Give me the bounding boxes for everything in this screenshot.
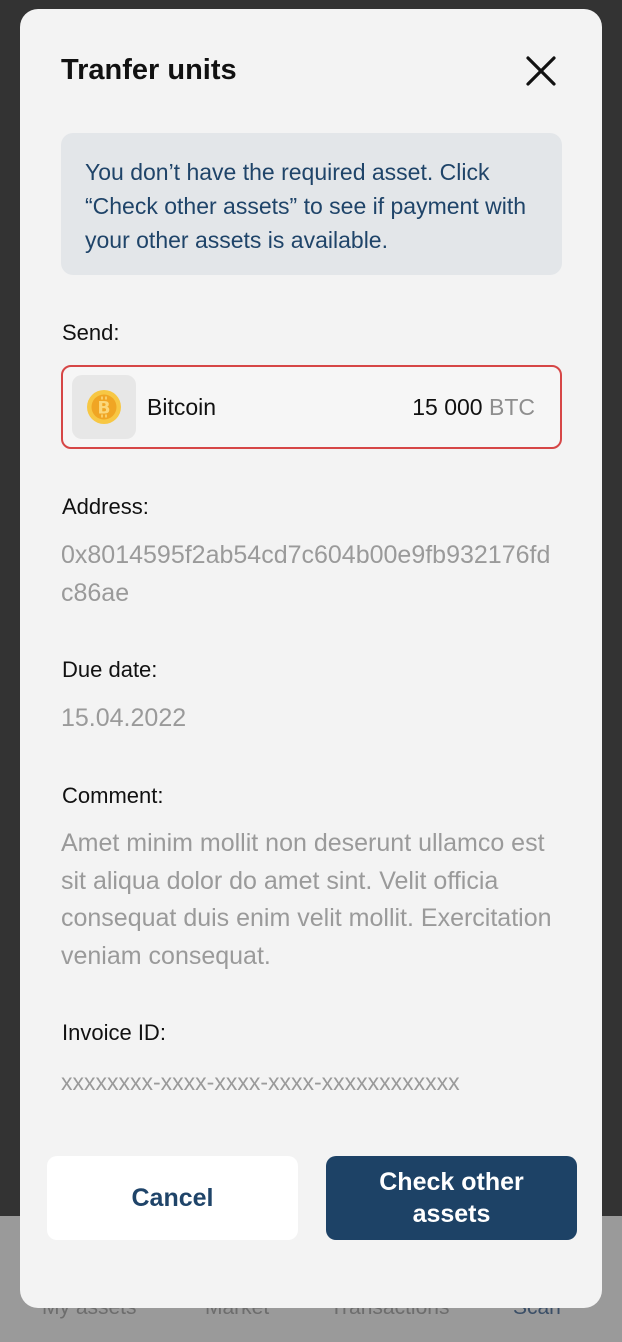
asset-icon-container: B: [72, 375, 136, 439]
due-date-value: 15.04.2022: [61, 704, 187, 732]
invoice-id-value: xxxxxxxx-xxxx-xxxx-xxxx-xxxxxxxxxxxx: [61, 1069, 460, 1095]
due-date-label: Due date:: [62, 657, 158, 682]
close-icon: [526, 56, 556, 86]
invoice-id-label: Invoice ID:: [62, 1020, 166, 1045]
send-asset-selector[interactable]: B Bitcoin 15 000 BTC: [61, 365, 562, 449]
amount-unit: BTC: [489, 394, 535, 420]
bitcoin-icon: B: [87, 390, 121, 424]
cancel-button[interactable]: Cancel: [47, 1156, 298, 1240]
send-label: Send:: [62, 320, 120, 345]
address-value: 0x8014595f2ab54cd7c604b00e9fb932176fdc86…: [61, 541, 551, 607]
transfer-units-dialog: Tranfer units You don’t have the require…: [20, 9, 602, 1308]
check-other-assets-button[interactable]: Check other assets: [326, 1156, 577, 1240]
amount-value: 15 000: [412, 394, 483, 420]
comment-label: Comment:: [62, 783, 164, 808]
asset-name: Bitcoin: [147, 394, 217, 420]
address-label: Address:: [62, 494, 149, 519]
comment-value: Amet minim mollit non deserunt ullamco e…: [61, 829, 552, 970]
svg-text:B: B: [98, 399, 111, 419]
close-button[interactable]: [519, 49, 563, 93]
missing-asset-notice: You don’t have the required asset. Click…: [61, 133, 562, 275]
dialog-title: Tranfer units: [61, 54, 237, 86]
asset-amount: 15 000 BTC: [412, 394, 535, 421]
